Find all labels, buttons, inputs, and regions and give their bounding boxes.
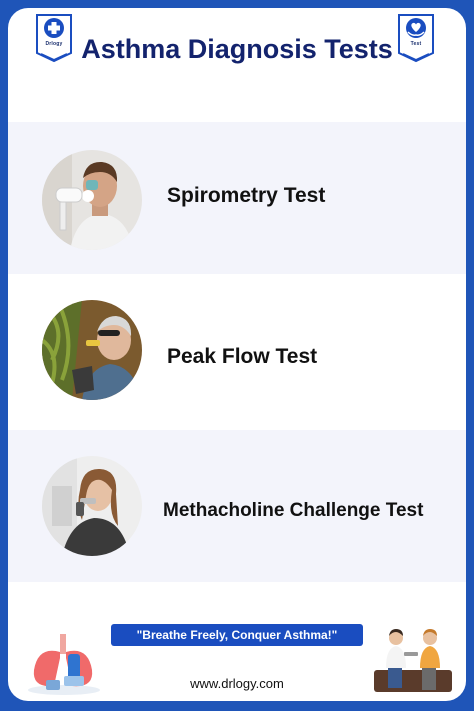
methacholine-photo: [42, 456, 142, 556]
lungs-inhaler-illustration: [24, 632, 106, 696]
test-label-methacholine: Methacholine Challenge Test: [163, 500, 424, 521]
hand-heart-icon: [398, 14, 434, 63]
page-title: Asthma Diagnosis Tests: [81, 34, 393, 64]
test-label-spirometry: Spirometry Test: [167, 184, 326, 207]
test-row-methacholine: Methacholine Challenge Test: [8, 430, 466, 582]
doctor-patient-illustration: [374, 626, 454, 696]
test-badge-label: Test: [410, 41, 422, 47]
spirometry-photo: [42, 150, 142, 250]
test-label-peak-flow: Peak Flow Test: [167, 345, 318, 368]
footer: "Breathe Freely, Conquer Asthma!" www.dr…: [8, 582, 466, 701]
peak-flow-photo: [42, 300, 142, 400]
infographic-card: Drlogy Asthma Diagnosis Tests Test Spiro…: [8, 8, 466, 701]
test-badge: Test: [397, 13, 435, 63]
slogan-banner: "Breathe Freely, Conquer Asthma!": [111, 624, 363, 646]
test-row-peak-flow: Peak Flow Test: [8, 274, 466, 430]
test-row-spirometry: Spirometry Test: [8, 122, 466, 274]
website-url[interactable]: www.drlogy.com: [111, 676, 363, 691]
header: Drlogy Asthma Diagnosis Tests Test: [8, 8, 466, 120]
